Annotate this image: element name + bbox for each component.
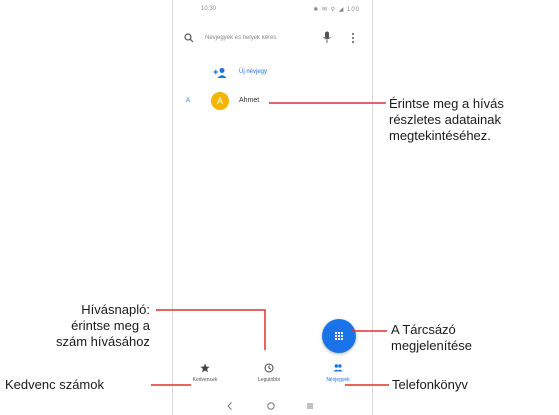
callout-contacts: Telefonkönyv	[392, 377, 468, 392]
callout-call-log-line: szám hívásához	[56, 334, 150, 349]
recents-icon[interactable]	[304, 400, 316, 412]
callout-call-log-line: Hívásnapló:	[81, 302, 150, 317]
avatar: A	[211, 92, 229, 110]
callout-contact-details: Érintse meg a hívás részletes adatainak …	[389, 96, 504, 144]
tab-favorites-label: Kedvencek	[192, 377, 218, 383]
tab-favorites[interactable]: Kedvencek	[180, 360, 230, 390]
people-icon	[333, 364, 343, 372]
callout-dialer: A Tárcsázó megjelenítése	[391, 322, 472, 354]
clock-icon	[264, 363, 274, 373]
callout-dialer-line: megjelenítése	[391, 338, 472, 353]
tab-recents[interactable]: Legutóbbi	[244, 360, 294, 390]
home-icon[interactable]	[265, 400, 277, 412]
tab-contacts[interactable]: Névjegyek	[313, 360, 363, 390]
tab-recents-label: Legutóbbi	[258, 377, 280, 383]
callout-dialer-line: A Tárcsázó	[391, 322, 456, 337]
callout-contact-details-line: Érintse meg a hívás	[389, 96, 504, 111]
status-time: 10:30	[201, 6, 217, 12]
mic-icon[interactable]	[322, 31, 332, 44]
back-icon[interactable]	[224, 400, 236, 412]
callout-contact-details-line: részletes adatainak	[389, 112, 502, 127]
contact-name: Ahmet	[239, 97, 260, 104]
system-nav-bar	[173, 400, 372, 412]
add-person-icon	[213, 68, 227, 78]
callout-call-log-line: érintse meg a	[71, 318, 150, 333]
bottom-nav: Kedvencek Legutóbbi Névjegyek	[173, 360, 372, 392]
star-icon	[200, 363, 210, 373]
callout-favorites: Kedvenc számok	[5, 377, 104, 392]
status-icons: ✱ ✉ ⚲ ◢ 100	[313, 7, 360, 13]
status-bar: 10:30 ✱ ✉ ⚲ ◢ 100	[173, 4, 372, 18]
search-input[interactable]	[205, 32, 317, 44]
callout-call-log: Hívásnapló: érintse meg a szám hívásához	[56, 302, 150, 350]
search-icon[interactable]	[184, 33, 194, 43]
contact-row[interactable]: A Ahmet	[211, 92, 361, 110]
dialpad-icon	[335, 332, 343, 340]
search-bar[interactable]	[181, 28, 364, 48]
tab-contacts-label: Névjegyek	[326, 377, 350, 383]
more-vert-icon[interactable]	[350, 32, 356, 44]
new-contact-label: Új névjegy	[239, 69, 268, 75]
callout-contact-details-line: megtekintéséhez.	[389, 128, 491, 143]
phone-screen: 10:30 ✱ ✉ ⚲ ◢ 100 Új névjegy A A	[172, 0, 373, 415]
dialpad-button[interactable]	[322, 319, 356, 353]
section-letter: A	[186, 98, 191, 104]
